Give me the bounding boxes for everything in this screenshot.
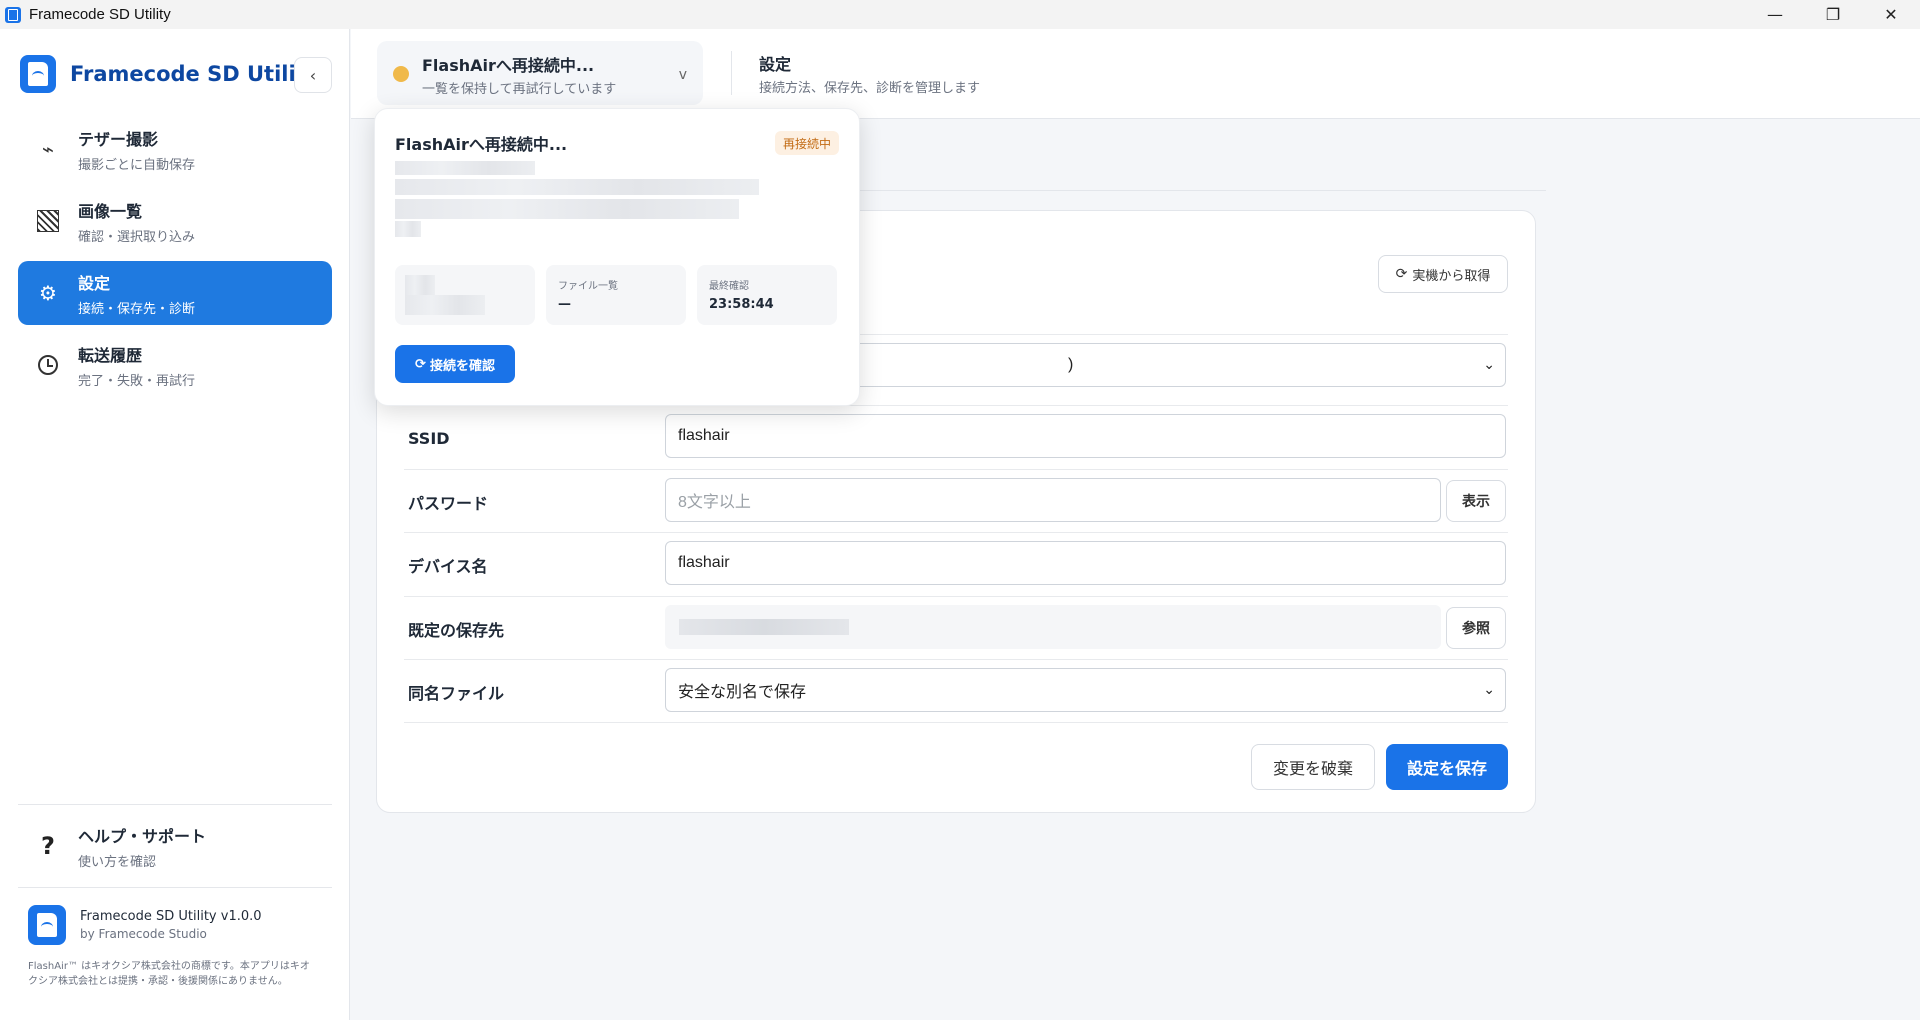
sidebar: Framecode SD Utility ‹ ⌁ テザー撮影 撮影ごとに自動保存… [0, 29, 350, 1020]
stat-label: 最終確認 [709, 281, 749, 292]
sidebar-nav: ⌁ テザー撮影 撮影ごとに自動保存 画像一覧 確認・選択取り込み ⚙ 設定 接続… [18, 117, 332, 405]
divider [18, 804, 332, 805]
stat-last-checked: 最終確認 23:58:44 [697, 265, 837, 325]
chevron-down-icon: ⌄ [1483, 356, 1495, 372]
connection-sub: 一覧を保持して再試行しています [422, 82, 617, 97]
help-sub: 使い方を確認 [78, 854, 157, 870]
connection-status-dropdown[interactable]: FlashAirへ再接続中... 一覧を保持して再試行しています v [377, 41, 703, 105]
sidebar-item-label: 設定 [78, 273, 111, 293]
duplicate-file-label: 同名ファイル [408, 684, 505, 703]
redacted-text [395, 199, 739, 219]
refresh-icon: ⟳ [415, 356, 426, 372]
settings-row-duplicate: 同名ファイル 安全な別名で保存 ⌄ [404, 659, 1508, 723]
show-password-button[interactable]: 表示 [1446, 480, 1506, 522]
connection-title: FlashAirへ再接続中... [422, 56, 595, 75]
redacted-text [395, 221, 421, 237]
header: FlashAirへ再接続中... 一覧を保持して再試行しています v 設定 接続… [351, 29, 1920, 119]
sidebar-item-label: テザー撮影 [78, 129, 159, 149]
settings-row-device-name: デバイス名 flashair [404, 532, 1508, 596]
device-name-label: デバイス名 [408, 557, 488, 576]
close-button[interactable]: ✕ [1862, 0, 1920, 29]
minimize-button[interactable]: — [1746, 0, 1804, 29]
brand-name: Framecode SD Utility [70, 62, 320, 86]
password-label: パスワード [408, 494, 489, 513]
sidebar-item-tether[interactable]: ⌁ テザー撮影 撮影ごとに自動保存 [18, 117, 332, 181]
select-value: ) [1068, 356, 1074, 373]
stat-connection [395, 265, 535, 325]
device-name-input[interactable]: flashair [665, 541, 1506, 585]
save-location-path [665, 605, 1441, 649]
ssid-input[interactable]: flashair [665, 414, 1506, 458]
save-settings-button[interactable]: 設定を保存 [1386, 744, 1508, 790]
maximize-button[interactable]: ❐ [1804, 0, 1862, 29]
discard-changes-button[interactable]: 変更を破棄 [1251, 744, 1375, 790]
duplicate-file-select[interactable]: 安全な別名で保存 ⌄ [665, 668, 1506, 712]
fetch-from-device-button[interactable]: ⟳ 実機から取得 [1378, 255, 1508, 293]
app-icon [5, 6, 21, 23]
sidebar-item-sub: 撮影ごとに自動保存 [78, 157, 196, 173]
settings-row-password: パスワード 8文字以上 表示 [404, 469, 1508, 533]
app-author: by Framecode Studio [80, 927, 207, 941]
status-dot-icon [393, 66, 409, 82]
sidebar-item-sub: 確認・選択取り込み [78, 229, 196, 245]
fetch-label: 実機から取得 [1412, 268, 1491, 284]
sidebar-item-label: 画像一覧 [78, 201, 143, 221]
page-title: 設定 [759, 55, 792, 74]
brand: Framecode SD Utility [20, 55, 319, 93]
bolt-icon: ⌁ [41, 137, 55, 161]
sidebar-item-gallery[interactable]: 画像一覧 確認・選択取り込み [18, 189, 332, 253]
connection-popover: FlashAirへ再接続中... 再接続中 ファイル一覧 — 最終確認 23:5… [374, 108, 860, 406]
settings-row-save-location: 既定の保存先 参照 [404, 596, 1508, 660]
help-label: ヘルプ・サポート [78, 826, 207, 846]
chevron-down-icon: ⌄ [1483, 681, 1495, 697]
select-value: 安全な別名で保存 [678, 684, 807, 701]
app-logo-icon [28, 905, 66, 945]
sidebar-item-help[interactable]: ? ヘルプ・サポート 使い方を確認 [18, 815, 332, 877]
divider [731, 51, 732, 95]
stat-value: 23:58:44 [709, 297, 774, 312]
divider [404, 722, 1508, 723]
window-title: Framecode SD Utility [29, 6, 171, 23]
browse-button[interactable]: 参照 [1446, 607, 1506, 649]
save-location-label: 既定の保存先 [408, 621, 505, 640]
redacted-text [395, 161, 535, 175]
legal-notice: FlashAir™ はキオクシア株式会社の商標です。本アプリはキオクシア株式会社… [28, 961, 310, 987]
app-version: Framecode SD Utility v1.0.0 [80, 909, 262, 924]
chevron-down-icon: v [678, 67, 687, 83]
settings-row-ssid: SSID flashair [404, 405, 1508, 469]
check-connection-button[interactable]: ⟳ 接続を確認 [395, 345, 515, 383]
app-info: Framecode SD Utility v1.0.0 by Framecode… [28, 905, 262, 945]
check-label: 接続を確認 [429, 358, 495, 374]
gallery-icon [37, 210, 59, 232]
stat-file-list: ファイル一覧 — [546, 265, 686, 325]
popover-title: FlashAirへ再接続中... [395, 135, 568, 154]
status-badge: 再接続中 [774, 131, 839, 155]
stat-value: — [558, 297, 571, 312]
collapse-sidebar-button[interactable]: ‹ [294, 57, 332, 93]
title-bar: Framecode SD Utility — ❐ ✕ [0, 0, 1920, 29]
app-logo-icon [20, 55, 56, 93]
clock-icon [38, 355, 58, 375]
redacted-text [395, 179, 759, 195]
gear-icon: ⚙ [39, 281, 57, 305]
sidebar-item-history[interactable]: 転送履歴 完了・失敗・再試行 [18, 333, 332, 397]
sidebar-item-label: 転送履歴 [78, 345, 143, 365]
password-input[interactable]: 8文字以上 [665, 478, 1441, 522]
refresh-icon: ⟳ [1395, 266, 1408, 282]
help-icon: ? [41, 832, 55, 860]
sidebar-item-settings[interactable]: ⚙ 設定 接続・保存先・診断 [18, 261, 332, 325]
stat-label: ファイル一覧 [558, 281, 618, 292]
window-controls: — ❐ ✕ [1746, 0, 1920, 29]
divider [18, 887, 332, 888]
page-subtitle: 接続方法、保存先、診断を管理します [759, 81, 981, 96]
sidebar-item-sub: 完了・失敗・再試行 [78, 373, 196, 389]
sidebar-item-sub: 接続・保存先・診断 [78, 301, 196, 317]
ssid-label: SSID [408, 428, 450, 448]
